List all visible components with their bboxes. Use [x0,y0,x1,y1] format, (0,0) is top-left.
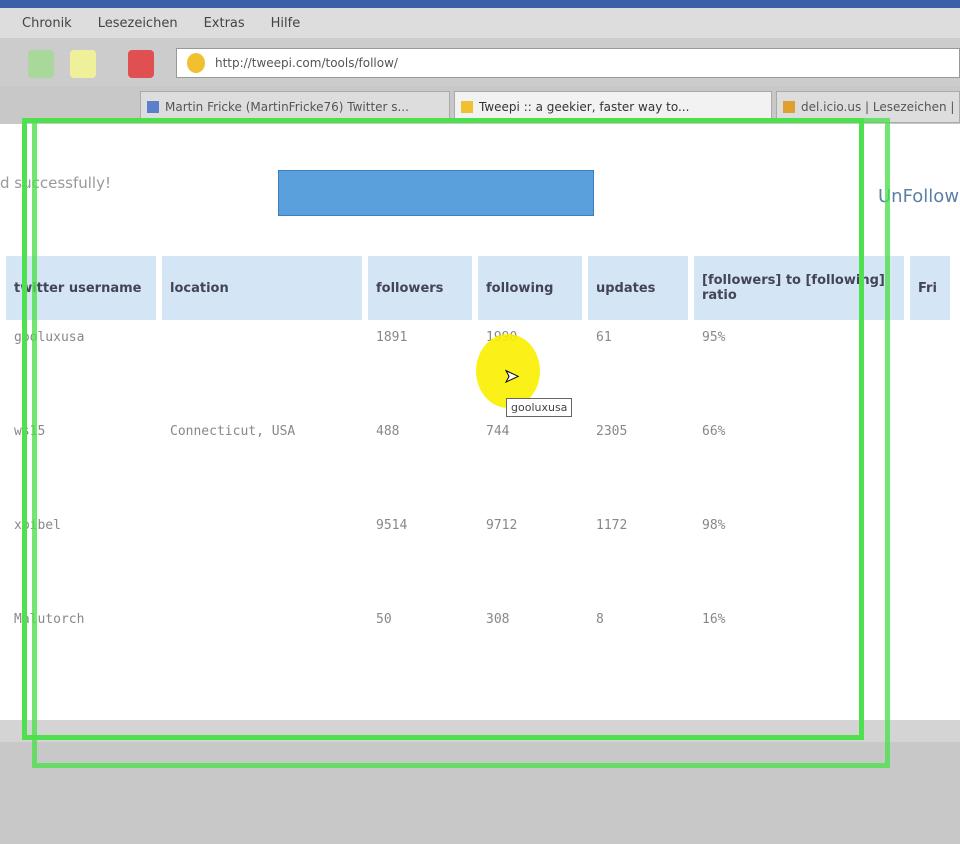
window-title-bar [0,0,960,8]
tab-label: Martin Fricke (MartinFricke76) Twitter s… [165,100,409,114]
cell-friend [910,508,950,602]
twitter-favicon-icon [147,101,159,113]
addon-icon[interactable] [128,50,154,78]
addon-icon[interactable] [70,50,96,78]
menu-chronik[interactable]: Chronik [22,16,72,38]
highlight-frame [32,118,890,768]
menu-hilfe[interactable]: Hilfe [271,16,301,38]
menu-lesezeichen[interactable]: Lesezeichen [98,16,178,38]
cell-friend [910,602,950,696]
tweepi-favicon-icon [461,101,473,113]
address-bar[interactable]: http://tweepi.com/tools/follow/ [176,48,960,78]
site-favicon-icon [187,53,205,73]
tooltip: gooluxusa [506,398,573,417]
cell-friend [910,414,950,508]
unfollow-button[interactable]: UnFollow [878,186,959,207]
addon-icon[interactable] [28,50,54,78]
menu-extras[interactable]: Extras [204,16,245,38]
col-friend[interactable]: Fri [910,256,950,320]
mouse-cursor-icon: ➤ [503,366,520,388]
tab-label: del.icio.us | Lesezeichen | De... [801,100,959,114]
tab-label: Tweepi :: a geekier, faster way to... [479,100,690,114]
page-content: d successfully! UnFollow twitter usernam… [0,118,960,844]
menu-bar: Chronik Lesezeichen Extras Hilfe [0,8,960,38]
url-text: http://tweepi.com/tools/follow/ [215,56,398,70]
cell-friend [910,320,950,414]
delicious-favicon-icon [783,101,795,113]
